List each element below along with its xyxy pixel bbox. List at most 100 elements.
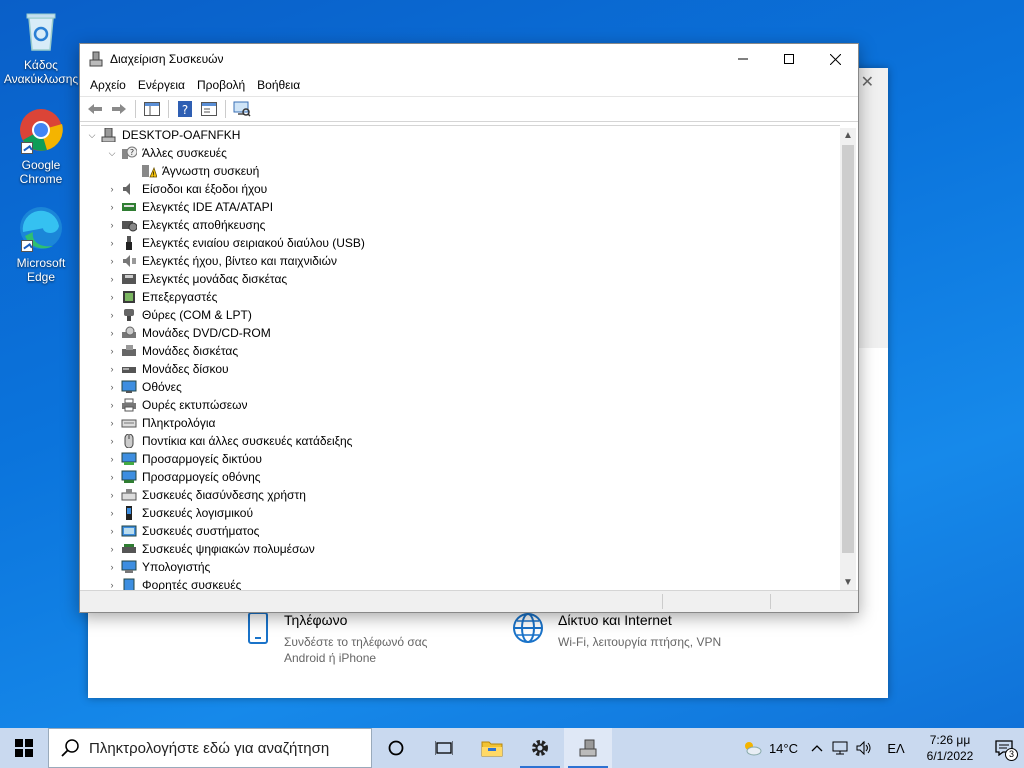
tree-node-category[interactable]: › Συσκευές συστήματος <box>81 522 840 540</box>
weather-widget[interactable]: 14°C <box>733 739 806 757</box>
volume-tray-button[interactable] <box>852 728 876 768</box>
close-button[interactable] <box>812 44 858 74</box>
usb-icon <box>121 236 137 250</box>
menu-action[interactable]: Ενέργεια <box>132 78 191 92</box>
tree-node-category[interactable]: › Πληκτρολόγια <box>81 414 840 432</box>
expand-chevron-icon[interactable]: › <box>107 328 117 338</box>
desktop-icon-edge[interactable]: Microsoft Edge <box>2 204 80 284</box>
tree-node-category[interactable]: › Προσαρμογείς δικτύου <box>81 450 840 468</box>
tree-node-category[interactable]: › Υπολογιστής <box>81 558 840 576</box>
expand-chevron-icon[interactable]: › <box>107 562 117 572</box>
expand-chevron-icon[interactable]: › <box>107 346 117 356</box>
forward-button[interactable] <box>108 99 130 119</box>
portable-device-icon <box>121 578 137 590</box>
expand-chevron-icon[interactable]: › <box>107 526 117 536</box>
expand-chevron-icon[interactable]: › <box>107 472 117 482</box>
tree-node-category[interactable]: › Είσοδοι και έξοδοι ήχου <box>81 180 840 198</box>
collapse-chevron-icon[interactable]: ⌵ <box>107 148 117 159</box>
tree-label: Πληκτρολόγια <box>142 416 216 430</box>
properties-button[interactable] <box>198 99 220 119</box>
show-hide-console-tree-button[interactable] <box>141 99 163 119</box>
desktop-icon-chrome[interactable]: Google Chrome <box>2 106 80 186</box>
file-explorer-button[interactable] <box>468 728 516 768</box>
scroll-down-arrow-icon[interactable]: ▼ <box>840 575 856 591</box>
tree-leaf-unknown-device[interactable]: ! Άγνωστη συσκευή <box>81 162 840 180</box>
expand-chevron-icon[interactable]: › <box>107 490 117 500</box>
recycle-bin-icon <box>17 6 65 54</box>
expand-chevron-icon[interactable]: › <box>107 382 117 392</box>
tree-node-category[interactable]: › Επεξεργαστές <box>81 288 840 306</box>
menu-help[interactable]: Βοήθεια <box>251 78 306 92</box>
expand-chevron-icon[interactable]: › <box>107 580 117 590</box>
expand-chevron-icon[interactable]: › <box>107 292 117 302</box>
tree-node-category[interactable]: › Μονάδες δίσκου <box>81 360 840 378</box>
scrollbar-thumb[interactable] <box>842 145 854 553</box>
language-indicator[interactable]: ΕΛ <box>876 741 916 756</box>
expand-chevron-icon[interactable]: › <box>107 220 117 230</box>
expand-chevron-icon[interactable]: › <box>107 454 117 464</box>
collapse-chevron-icon[interactable]: ⌵ <box>87 130 97 141</box>
settings-close-icon[interactable]: ✕ <box>861 72 874 92</box>
settings-tile-phone[interactable]: Τηλέφωνο Συνδέστε το τηλέφωνό σας Androi… <box>246 612 444 666</box>
tree-node-category[interactable]: › Θύρες (COM & LPT) <box>81 306 840 324</box>
expand-chevron-icon[interactable]: › <box>107 436 117 446</box>
expand-chevron-icon[interactable]: › <box>107 544 117 554</box>
tree-node-category[interactable]: › Συσκευές ψηφιακών πολυμέσων <box>81 540 840 558</box>
tree-node-category[interactable]: › Ελεγκτές ήχου, βίντεο και παιχνιδιών <box>81 252 840 270</box>
start-button[interactable] <box>0 728 48 768</box>
port-icon <box>121 308 137 322</box>
system-device-icon <box>121 524 137 538</box>
expand-chevron-icon[interactable]: › <box>107 202 117 212</box>
tree-node-category[interactable]: › Ελεγκτές μονάδας δισκέτας <box>81 270 840 288</box>
back-button[interactable] <box>84 99 106 119</box>
expand-chevron-icon[interactable]: › <box>107 364 117 374</box>
keyboard-icon <box>121 416 137 430</box>
vertical-scrollbar[interactable]: ▲ ▼ <box>840 128 856 591</box>
tree-node-category[interactable]: › Ελεγκτές ενιαίου σειριακού διαύλου (USB… <box>81 234 840 252</box>
expand-chevron-icon[interactable]: › <box>107 418 117 428</box>
tree-node-category[interactable]: › Ελεγκτές αποθήκευσης <box>81 216 840 234</box>
tree-node-other-devices[interactable]: ⌵ ? Άλλες συσκευές <box>81 144 840 162</box>
scan-hardware-button[interactable] <box>231 99 253 119</box>
tree-node-category[interactable]: › Συσκευές λογισμικού <box>81 504 840 522</box>
maximize-button[interactable] <box>766 44 812 74</box>
network-tray-button[interactable] <box>828 728 852 768</box>
device-manager-taskbar-button[interactable] <box>564 728 612 768</box>
settings-tile-network[interactable]: Δίκτυο και Internet Wi-Fi, λειτουργία πτ… <box>512 612 721 650</box>
menu-view[interactable]: Προβολή <box>191 78 251 92</box>
floppy-controller-icon <box>121 272 137 286</box>
tree-node-category[interactable]: › Ποντίκια και άλλες συσκευές κατάδειξης <box>81 432 840 450</box>
expand-chevron-icon[interactable]: › <box>107 274 117 284</box>
expand-chevron-icon[interactable]: › <box>107 310 117 320</box>
display-adapter-icon <box>121 470 137 484</box>
cortana-button[interactable] <box>372 728 420 768</box>
tree-node-category[interactable]: › Ελεγκτές IDE ATA/ATAPI <box>81 198 840 216</box>
expand-chevron-icon[interactable]: › <box>107 508 117 518</box>
svg-text:?: ? <box>130 148 134 157</box>
expand-chevron-icon[interactable]: › <box>107 238 117 248</box>
tree-node-category[interactable]: › Συσκευές διασύνδεσης χρήστη <box>81 486 840 504</box>
expand-chevron-icon[interactable]: › <box>107 400 117 410</box>
shortcut-arrow-icon <box>21 240 33 252</box>
desktop-icon-recycle-bin[interactable]: Κάδος Ανακύκλωσης <box>2 6 80 86</box>
taskbar-search-input[interactable]: Πληκτρολογήστε εδώ για αναζήτηση <box>48 728 372 768</box>
tree-node-category[interactable]: › Προσαρμογείς οθόνης <box>81 468 840 486</box>
task-view-button[interactable] <box>420 728 468 768</box>
tree-node-category[interactable]: › Φορητές συσκευές <box>81 576 840 590</box>
minimize-button[interactable] <box>720 44 766 74</box>
expand-chevron-icon[interactable]: › <box>107 184 117 194</box>
menu-file[interactable]: Αρχείο <box>84 78 132 92</box>
help-button[interactable]: ? <box>174 99 196 119</box>
tree-node-category[interactable]: › Μονάδες DVD/CD-ROM <box>81 324 840 342</box>
notifications-button[interactable]: 3 <box>984 728 1024 768</box>
tree-node-category[interactable]: › Ουρές εκτυπώσεων <box>81 396 840 414</box>
expand-chevron-icon[interactable]: › <box>107 256 117 266</box>
clock[interactable]: 7:26 μμ 6/1/2022 <box>916 732 984 764</box>
tree-node-category[interactable]: › Οθόνες <box>81 378 840 396</box>
tree-node-category[interactable]: › Μονάδες δισκέτας <box>81 342 840 360</box>
show-hidden-icons-button[interactable] <box>806 728 828 768</box>
tree-root[interactable]: ⌵ DESKTOP-OAFNFKH <box>81 126 840 144</box>
settings-taskbar-button[interactable] <box>516 728 564 768</box>
warning-device-icon: ! <box>141 164 158 179</box>
scroll-up-arrow-icon[interactable]: ▲ <box>840 128 856 144</box>
